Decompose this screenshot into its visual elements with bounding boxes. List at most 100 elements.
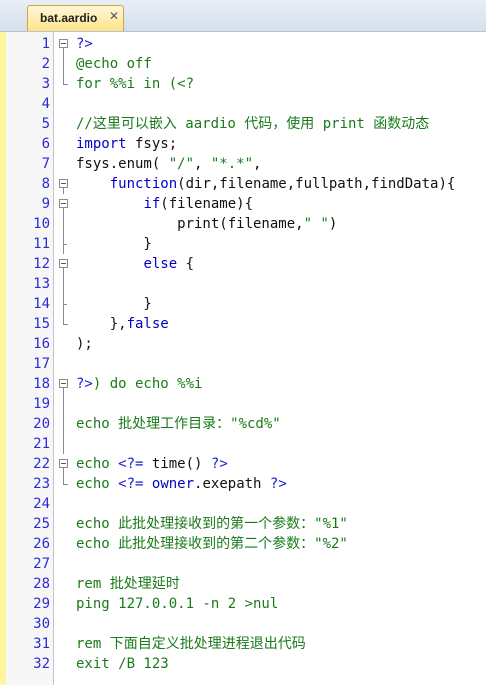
line-number: 23 [33,476,50,492]
code-line[interactable]: 25 echo 此批处理接收到的第一个参数："%1" [0,514,486,534]
code-line[interactable]: 2 @echo off [0,54,486,74]
code-line[interactable]: 22 echo <?= time() ?> [0,454,486,474]
fold-blank [56,594,70,614]
code-line[interactable]: 19 [0,394,486,414]
code-token: ?> [210,456,228,472]
line-number: 15 [33,316,50,332]
code-text: print(filename," ") [76,214,337,234]
code-token: if [143,196,161,212]
line-number: 24 [33,496,50,512]
code-token: echo [76,456,119,472]
fold-toggle-icon[interactable] [56,454,70,474]
fold-toggle-icon[interactable] [56,194,70,214]
code-line[interactable]: 11 } [0,234,486,254]
code-text: fsys.enum( "/", "*.*", [76,154,261,174]
code-line[interactable]: 30 [0,614,486,634]
code-text: rem 批处理延时 [76,574,180,594]
code-line[interactable]: 21 [0,434,486,454]
code-text: echo <?= owner.exepath ?> [76,474,287,494]
code-line[interactable]: 14 } [0,294,486,314]
fold-blank [56,514,70,534]
code-text: ?>) do echo %%i [76,374,202,394]
code-line[interactable]: 29 ping 127.0.0.1 -n 2 >nul [0,594,486,614]
code-line[interactable]: 1 ?> [0,34,486,54]
code-text: else { [76,254,194,274]
fold-blank [56,134,70,154]
code-line[interactable]: 4 [0,94,486,114]
code-text: echo 此批处理接收到的第二个参数："%2" [76,534,348,554]
line-number: 25 [33,516,50,532]
line-number: 20 [33,416,50,432]
line-number: 7 [41,156,50,172]
code-token: echo 此批处理接收到的第一个参数："%1" [76,516,348,532]
code-line[interactable]: 3 for %%i in (<? [0,74,486,94]
fold-guide [56,414,70,434]
code-text: } [76,294,152,314]
code-token: ?> [269,476,287,492]
code-token: function [109,176,178,192]
code-line[interactable]: 5 //这里可以嵌入 aardio 代码，使用 print 函数动态 [0,114,486,134]
code-token: owner [151,476,195,492]
code-token: { [177,256,195,272]
line-number: 21 [33,436,50,452]
fold-toggle-icon[interactable] [56,374,70,394]
code-line[interactable]: 26 echo 此批处理接收到的第二个参数："%2" [0,534,486,554]
code-text: exit /B 123 [76,654,169,674]
line-number: 30 [33,616,50,632]
code-line[interactable]: 31 rem 下面自定义批处理进程退出代码 [0,634,486,654]
line-number: 8 [41,176,50,192]
code-line[interactable]: 13 [0,274,486,294]
close-icon[interactable]: ✕ [107,9,121,23]
code-text: rem 下面自定义批处理进程退出代码 [76,634,306,654]
code-line[interactable]: 16); [0,334,486,354]
code-token: import [76,136,127,152]
code-token: ?> [76,376,93,392]
code-token: <?= [118,476,144,492]
fold-blank [56,634,70,654]
line-number: 1 [41,36,50,52]
fold-blank [56,574,70,594]
line-number: 10 [33,216,50,232]
code-token: .exepath [194,476,270,492]
line-number: 31 [33,636,50,652]
code-line[interactable]: 15 },false [0,314,486,334]
fold-blank [56,494,70,514]
fold-blank [56,94,70,114]
code-line[interactable]: 32 exit /B 123 [0,654,486,674]
code-line[interactable]: 28 rem 批处理延时 [0,574,486,594]
code-token: ) [328,216,338,232]
fold-guide [56,394,70,414]
code-token: print(filename, [76,216,304,232]
code-line[interactable]: 20 echo 批处理工作目录："%cd%" [0,414,486,434]
fold-toggle-icon[interactable] [56,254,70,274]
line-number: 9 [41,196,50,212]
tab-bat-aardio[interactable]: bat.aardio ✕ [27,5,124,31]
fold-toggle-icon[interactable] [56,174,70,194]
fold-end-marker [56,314,70,334]
code-line[interactable]: 6 import fsys; [0,134,486,154]
code-line[interactable]: 9 if(filename){ [0,194,486,214]
code-token: time() [143,456,211,472]
code-line[interactable]: 8 function(dir,filename,fullpath,findDat… [0,174,486,194]
code-line[interactable]: 27 [0,554,486,574]
tab-title: bat.aardio [40,11,98,25]
code-line[interactable]: 12 else { [0,254,486,274]
code-line[interactable]: 7 fsys.enum( "/", "*.*", [0,154,486,174]
code-line[interactable]: 17 [0,354,486,374]
code-line[interactable]: 18 ?>) do echo %%i [0,374,486,394]
line-number: 14 [33,296,50,312]
fold-toggle-icon[interactable] [56,34,70,54]
code-line[interactable]: 23 echo <?= owner.exepath ?> [0,474,486,494]
code-token: } [76,296,152,312]
fold-blank [56,114,70,134]
fold-blank [56,654,70,674]
code-text: echo <?= time() ?> [76,454,228,474]
fold-guide [56,214,70,234]
code-token: (filename){ [160,196,254,212]
code-line[interactable]: 10 print(filename," ") [0,214,486,234]
code-line[interactable]: 24 [0,494,486,514]
code-token: (dir,filename,fullpath,findData){ [177,176,456,192]
